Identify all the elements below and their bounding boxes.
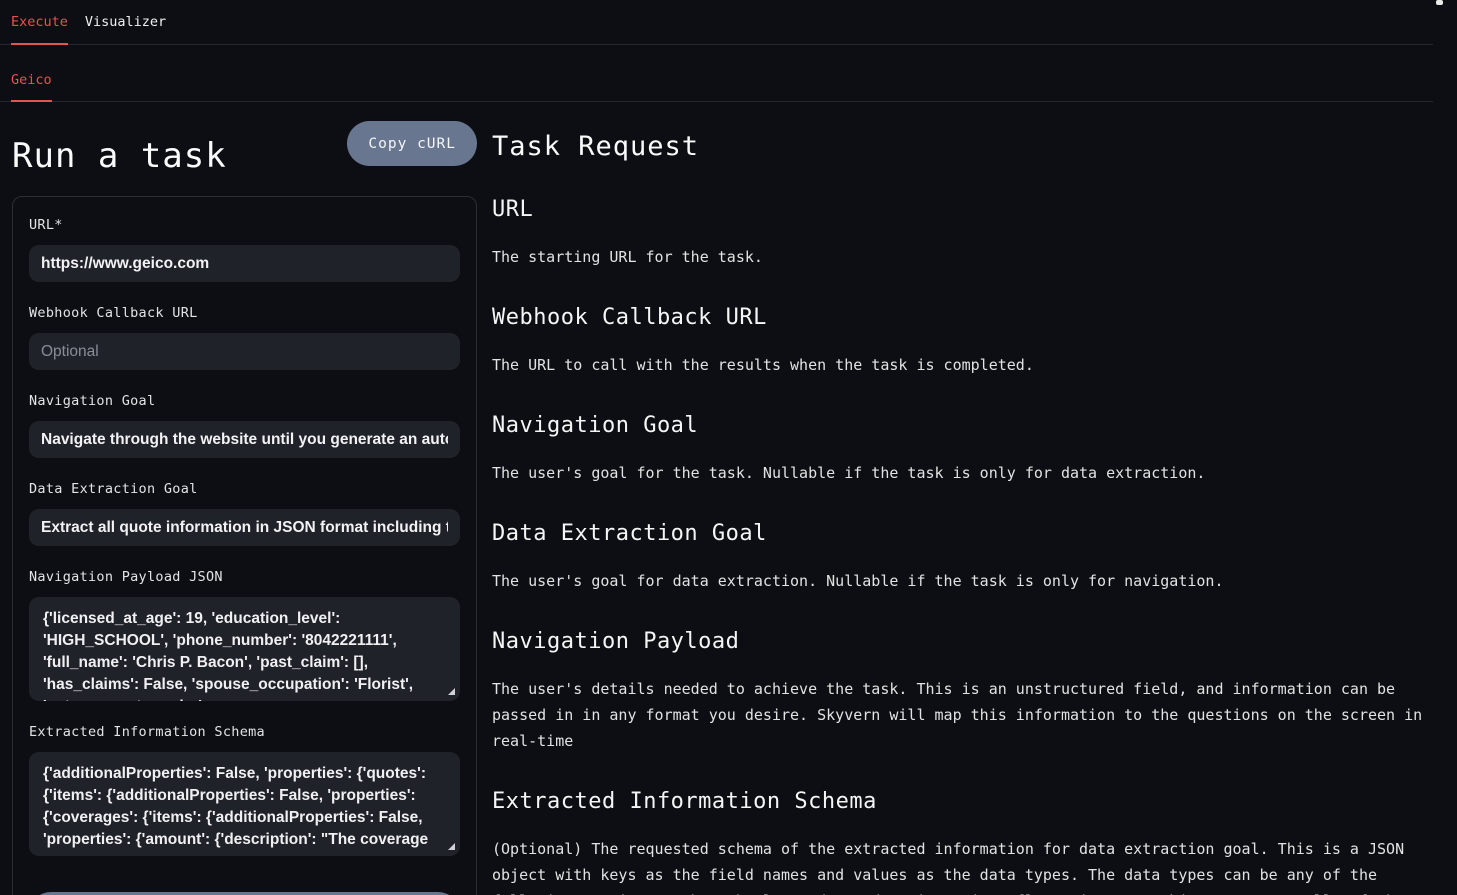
task-request-docs-panel: Task Request URL The starting URL for th… — [492, 102, 1433, 895]
field-webhook-callback-url: Webhook Callback URL — [29, 305, 460, 370]
task-form-card: URL* Webhook Callback URL Navigation Goa… — [12, 196, 477, 895]
field-data-extraction-goal: Data Extraction Goal — [29, 481, 460, 546]
data-extraction-goal-input[interactable] — [29, 509, 460, 546]
docs-title: Task Request — [492, 131, 1433, 162]
webhook-callback-url-label: Webhook Callback URL — [29, 305, 460, 321]
page-title: Run a task — [12, 136, 227, 176]
doc-section-extracted-information-schema: Extracted Information Schema (Optional) … — [492, 789, 1433, 895]
doc-body: The user's goal for data extraction. Nul… — [492, 568, 1433, 594]
field-url: URL* — [29, 217, 460, 282]
field-navigation-goal: Navigation Goal — [29, 393, 460, 458]
run-task-panel: Run a task Copy cURL URL* Webhook Callba… — [12, 102, 477, 895]
extracted-schema-textarea[interactable]: {'additionalProperties': False, 'propert… — [29, 752, 460, 856]
tab-execute[interactable]: Execute — [11, 0, 68, 45]
extracted-information-schema-label: Extracted Information Schema — [29, 724, 460, 740]
doc-heading: Webhook Callback URL — [492, 305, 1433, 330]
navigation-payload-textarea-wrap: {'licensed_at_age': 19, 'education_level… — [29, 597, 460, 701]
field-extracted-information-schema: Extracted Information Schema {'additiona… — [29, 724, 460, 856]
webhook-callback-url-input[interactable] — [29, 333, 460, 370]
page-content: Run a task Copy cURL URL* Webhook Callba… — [0, 102, 1457, 895]
main-tab-bar: Execute Visualizer — [0, 0, 1433, 45]
tab-geico[interactable]: Geico — [11, 72, 52, 102]
tab-visualizer[interactable]: Visualizer — [85, 0, 166, 45]
doc-body: The user's goal for the task. Nullable i… — [492, 460, 1433, 486]
navigation-payload-textarea[interactable]: {'licensed_at_age': 19, 'education_level… — [29, 597, 460, 701]
navigation-payload-json-label: Navigation Payload JSON — [29, 569, 460, 585]
navigation-goal-label: Navigation Goal — [29, 393, 460, 409]
doc-heading: Navigation Payload — [492, 629, 1433, 654]
extracted-schema-textarea-wrap: {'additionalProperties': False, 'propert… — [29, 752, 460, 856]
run-task-header: Run a task Copy cURL — [12, 121, 477, 167]
doc-heading: URL — [492, 197, 1433, 222]
doc-heading: Extracted Information Schema — [492, 789, 1433, 814]
doc-body: The starting URL for the task. — [492, 244, 1433, 270]
doc-section-data-extraction-goal: Data Extraction Goal The user's goal for… — [492, 521, 1433, 594]
doc-body: The user's details needed to achieve the… — [492, 676, 1433, 754]
field-navigation-payload-json: Navigation Payload JSON {'licensed_at_ag… — [29, 569, 460, 701]
scrollbar-thumb[interactable] — [1436, 0, 1443, 5]
doc-section-navigation-payload: Navigation Payload The user's details ne… — [492, 629, 1433, 754]
doc-heading: Data Extraction Goal — [492, 521, 1433, 546]
doc-body: The URL to call with the results when th… — [492, 352, 1433, 378]
sub-tab-bar: Geico — [0, 45, 1433, 102]
doc-section-navigation-goal: Navigation Goal The user's goal for the … — [492, 413, 1433, 486]
data-extraction-goal-label: Data Extraction Goal — [29, 481, 460, 497]
resize-handle-icon[interactable] — [448, 843, 455, 850]
url-input[interactable] — [29, 245, 460, 282]
doc-section-webhook-callback-url: Webhook Callback URL The URL to call wit… — [492, 305, 1433, 378]
doc-section-url: URL The starting URL for the task. — [492, 197, 1433, 270]
resize-handle-icon[interactable] — [448, 688, 455, 695]
doc-heading: Navigation Goal — [492, 413, 1433, 438]
navigation-goal-input[interactable] — [29, 421, 460, 458]
doc-body: (Optional) The requested schema of the e… — [492, 836, 1433, 895]
url-label: URL* — [29, 217, 460, 233]
copy-curl-button[interactable]: Copy cURL — [347, 121, 477, 166]
